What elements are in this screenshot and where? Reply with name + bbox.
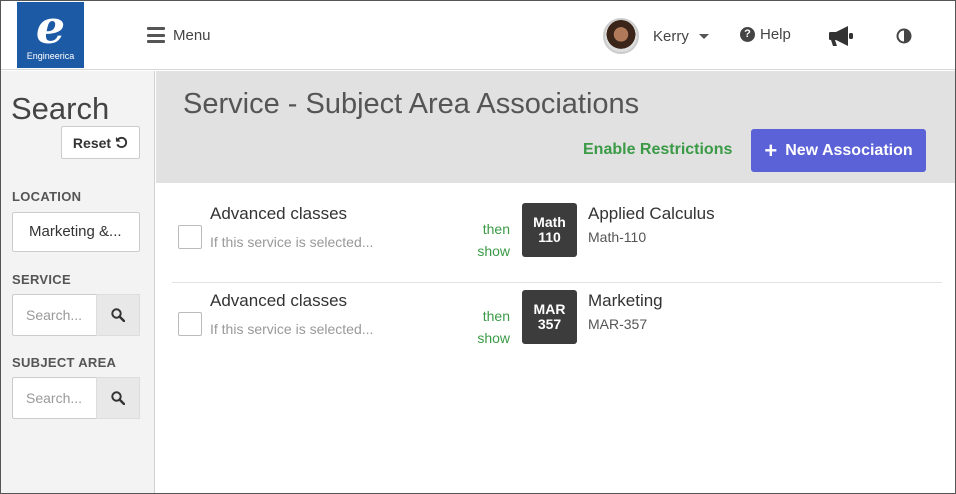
- megaphone-icon[interactable]: [827, 25, 855, 52]
- caret-down-icon: [698, 33, 709, 39]
- service-name: Advanced classes: [210, 204, 348, 223]
- menu-label: Menu: [173, 26, 211, 44]
- sidebar-title: Search: [11, 91, 110, 126]
- subject-area-search: [12, 377, 140, 419]
- subject-area-code: MAR-357: [588, 316, 648, 332]
- subject-area-label: SUBJECT AREA: [12, 355, 117, 370]
- association-row: Advanced classes If this service is sele…: [172, 283, 942, 370]
- help-label: Help: [760, 26, 791, 43]
- hamburger-icon: [147, 27, 165, 43]
- subject-area-search-input[interactable]: [12, 377, 96, 419]
- user-menu[interactable]: Kerry: [603, 17, 709, 55]
- service-subtext: If this service is selected...: [210, 321, 374, 337]
- show-label: show: [477, 243, 510, 259]
- badge-line-1: MAR: [533, 301, 566, 317]
- subject-code-badge: Math 110: [522, 203, 577, 257]
- location-select[interactable]: Marketing &...: [12, 212, 140, 252]
- location-label: LOCATION: [12, 189, 82, 204]
- search-icon: [111, 308, 125, 322]
- user-name: Kerry: [653, 27, 689, 45]
- show-label: show: [477, 330, 510, 346]
- search-sidebar: Search Reset LOCATION Marketing &... SER…: [1, 71, 155, 493]
- avatar: [603, 18, 639, 54]
- page-title: Service - Subject Area Associations: [183, 88, 640, 120]
- then-label: then: [482, 308, 510, 324]
- then-label: then: [482, 221, 510, 237]
- logo-brand: Engineerica: [26, 51, 75, 61]
- subject-area-name: Marketing: [588, 291, 663, 310]
- badge-line-1: Math: [533, 214, 566, 230]
- then-show-label: then show: [452, 218, 510, 262]
- service-name: Advanced classes: [210, 291, 348, 310]
- new-association-label: New Association: [785, 141, 913, 159]
- contrast-icon[interactable]: [896, 28, 912, 49]
- top-bar: e Engineerica Menu Kerry ? Help: [1, 1, 955, 70]
- enable-restrictions-link[interactable]: Enable Restrictions: [583, 141, 732, 159]
- reset-label: Reset: [72, 134, 112, 151]
- plus-icon: +: [764, 137, 778, 163]
- service-search: [12, 294, 140, 336]
- help-link[interactable]: ? Help: [740, 26, 791, 43]
- service-search-input[interactable]: [12, 294, 96, 336]
- badge-line-2: 110: [538, 229, 561, 245]
- new-association-button[interactable]: + New Association: [751, 129, 926, 172]
- undo-icon: [115, 136, 128, 148]
- badge-line-2: 357: [537, 316, 562, 332]
- row-checkbox[interactable]: [178, 312, 202, 336]
- association-row: Advanced classes If this service is sele…: [172, 196, 942, 283]
- engineerica-logo[interactable]: e Engineerica: [17, 2, 84, 68]
- subject-area-code: Math-110: [588, 229, 647, 245]
- service-search-button[interactable]: [96, 294, 140, 336]
- row-checkbox[interactable]: [178, 225, 202, 249]
- subject-area-name: Applied Calculus: [588, 204, 715, 223]
- question-circle-icon: ?: [740, 27, 755, 42]
- reset-button[interactable]: Reset: [61, 126, 140, 159]
- search-icon: [111, 391, 125, 405]
- menu-button[interactable]: Menu: [147, 23, 211, 47]
- then-show-label: then show: [452, 305, 510, 349]
- service-subtext: If this service is selected...: [210, 234, 374, 250]
- subject-area-search-button[interactable]: [96, 377, 140, 419]
- subject-code-badge: MAR 357: [522, 290, 577, 344]
- main-header: Service - Subject Area Associations Enab…: [156, 71, 955, 183]
- logo-mark: e: [35, 0, 66, 54]
- service-label: SERVICE: [12, 272, 71, 287]
